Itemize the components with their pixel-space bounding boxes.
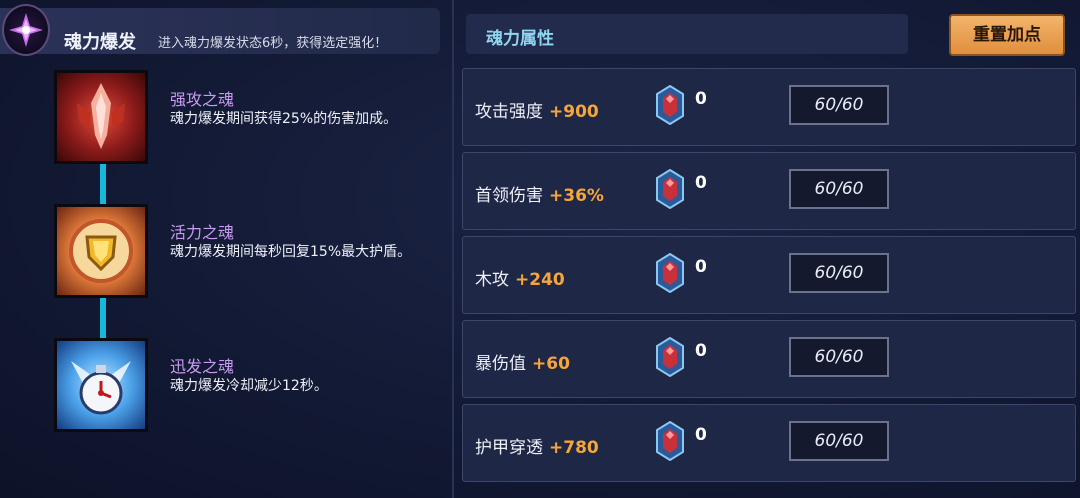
attribute-label: 护甲穿透 +780	[475, 433, 599, 458]
attribute-name: 护甲穿透	[475, 438, 543, 458]
attribute-name: 首领伤害	[475, 186, 543, 206]
attribute-row: 护甲穿透 +780 0 60/60	[462, 404, 1076, 482]
attribute-bonus: +780	[549, 438, 599, 458]
soul-name: 活力之魂	[170, 223, 235, 242]
soul-desc: 魂力爆发冷却减少12秒。	[170, 378, 328, 394]
attribute-level-box[interactable]: 60/60	[789, 85, 889, 125]
blue-clock-soul-icon[interactable]	[54, 338, 148, 432]
attribute-name: 攻击强度	[475, 102, 543, 122]
soul-name: 强攻之魂	[170, 90, 235, 109]
reset-points-button[interactable]: 重置加点	[949, 14, 1065, 56]
attribute-bonus: +900	[549, 102, 599, 122]
soul-name: 迅发之魂	[170, 357, 235, 376]
gem-count: 0	[695, 425, 707, 445]
gold-shield-soul-icon[interactable]	[54, 204, 148, 298]
attribute-level-box[interactable]: 60/60	[789, 337, 889, 377]
red-attack-soul-icon[interactable]	[54, 70, 148, 164]
attribute-row: 攻击强度 +900 0 60/60	[462, 68, 1076, 146]
attribute-label: 首领伤害 +36%	[475, 181, 604, 206]
attribute-bonus: +36%	[549, 186, 604, 206]
gem-count: 0	[695, 89, 707, 109]
attribute-bonus: +240	[515, 270, 565, 290]
soul-desc: 魂力爆发期间获得25%的伤害加成。	[170, 111, 398, 127]
soul-connector	[100, 298, 106, 338]
soul-connector	[100, 164, 106, 204]
attribute-label: 攻击强度 +900	[475, 97, 599, 122]
attribute-level-box[interactable]: 60/60	[789, 421, 889, 461]
gem-count: 0	[695, 341, 707, 361]
attribute-row: 首领伤害 +36% 0 60/60	[462, 152, 1076, 230]
soul-gem-icon	[656, 253, 684, 293]
attribute-bonus: +60	[532, 354, 570, 374]
attributes-title: 魂力属性	[486, 29, 554, 49]
soul-gem-icon	[656, 337, 684, 377]
burst-subtitle: 进入魂力爆发状态6秒，获得选定强化！	[158, 36, 388, 51]
burst-header: 魂力爆发 进入魂力爆发状态6秒，获得选定强化！	[0, 8, 440, 54]
attributes-header: 魂力属性	[466, 14, 908, 54]
attribute-row: 暴伤值 +60 0 60/60	[462, 320, 1076, 398]
gem-count: 0	[695, 257, 707, 277]
soul-desc: 魂力爆发期间每秒回复15%最大护盾。	[170, 244, 412, 260]
attribute-level-box[interactable]: 60/60	[789, 169, 889, 209]
panel-divider	[452, 0, 454, 498]
attribute-label: 木攻 +240	[475, 265, 565, 290]
attribute-row: 木攻 +240 0 60/60	[462, 236, 1076, 314]
burst-title: 魂力爆发	[64, 32, 136, 53]
attribute-name: 暴伤值	[475, 354, 526, 374]
soul-burst-icon	[2, 4, 50, 56]
soul-gem-icon	[656, 85, 684, 125]
gem-count: 0	[695, 173, 707, 193]
attribute-label: 暴伤值 +60	[475, 349, 570, 374]
attribute-level-box[interactable]: 60/60	[789, 253, 889, 293]
soul-gem-icon	[656, 421, 684, 461]
soul-gem-icon	[656, 169, 684, 209]
attribute-name: 木攻	[475, 270, 509, 290]
